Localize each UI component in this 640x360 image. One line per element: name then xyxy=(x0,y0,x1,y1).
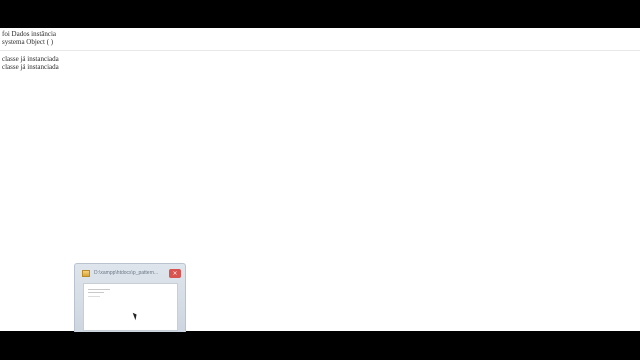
close-icon[interactable]: × xyxy=(169,269,181,278)
preview-text-line xyxy=(88,292,104,293)
preview-title: D:\xampp\htdocs\p_pattern... xyxy=(94,270,159,276)
output-line-2: systema Object ( ) xyxy=(2,38,54,46)
divider xyxy=(0,50,640,51)
taskbar-thumbnail-preview[interactable]: D:\xampp\htdocs\p_pattern... × xyxy=(74,263,186,332)
preview-text-line xyxy=(88,289,110,290)
preview-text-line xyxy=(88,296,100,297)
output-line-3: classe já instanciada xyxy=(2,55,59,63)
output-line-4: classe já instanciada xyxy=(2,63,59,71)
preview-window-thumbnail[interactable] xyxy=(83,283,178,331)
screen-frame: foi Dados instância systema Object ( ) c… xyxy=(0,0,640,360)
folder-icon xyxy=(82,270,90,277)
output-line-1: foi Dados instância xyxy=(2,30,57,38)
